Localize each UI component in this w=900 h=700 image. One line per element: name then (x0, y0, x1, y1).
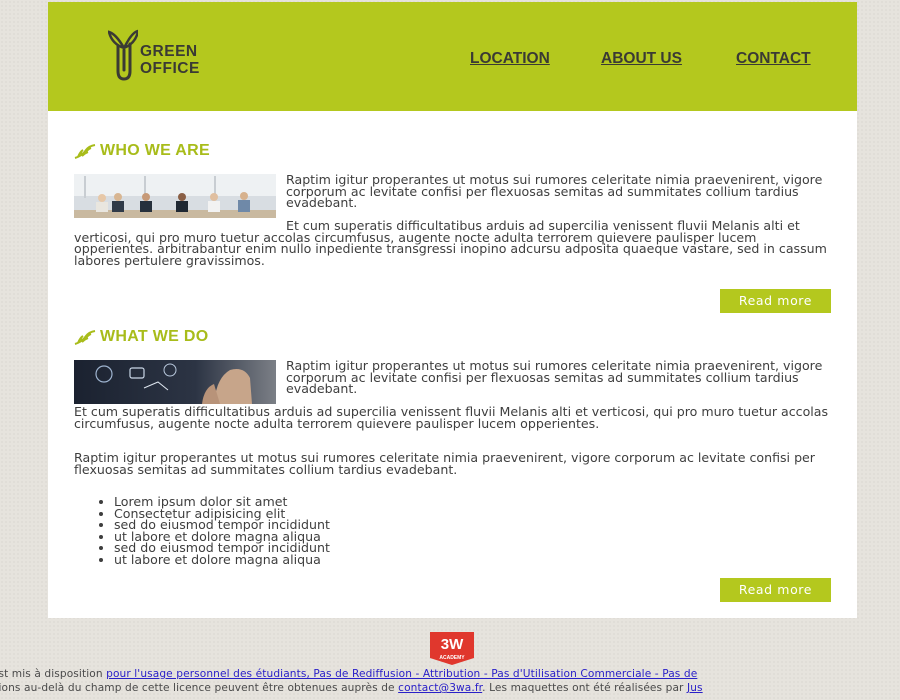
leaf-icon (74, 330, 96, 345)
what-paragraph-2: Et cum superatis difficultatibus arduis … (74, 404, 829, 431)
touchscreen-hand-photo (74, 360, 276, 404)
page-container: GREEN OFFICE LOCATION ABOUT US CONTACT W… (48, 2, 857, 618)
brand-line-2: OFFICE (140, 60, 200, 77)
who-read-more-button[interactable]: Read more (720, 289, 831, 313)
feature-list: Lorem ipsum dolor sit amet Consectetur a… (88, 495, 330, 566)
3w-academy-logo[interactable]: 3W ACADEMY (428, 632, 476, 665)
what-we-do-title: WHAT WE DO (100, 328, 209, 345)
who-paragraph-2: Et cum superatis difficultatibus arduis … (74, 218, 827, 269)
what-paragraph-1: Raptim igitur properantes ut motus sui r… (286, 358, 823, 397)
footer-text: . Les maquettes ont été réalisées par (482, 682, 687, 694)
who-we-are-title: WHO WE ARE (100, 142, 210, 159)
what-paragraph-3: Raptim igitur properantes ut motus sui r… (74, 450, 815, 477)
team-meeting-photo (74, 174, 276, 218)
paperclip-sprout-icon (108, 29, 138, 81)
footer-license-line-1: y est mis à disposition pour l'usage per… (0, 668, 900, 680)
nav-about-us[interactable]: ABOUT US (601, 50, 682, 68)
badge-top-text: 3W (441, 636, 464, 653)
author-link[interactable]: Jus (687, 682, 703, 694)
license-link[interactable]: pour l'usage personnel des étudiants, Pa… (106, 668, 697, 680)
footer-license-line-2: sations au-delà du champ de cette licenc… (0, 682, 900, 694)
contact-email-link[interactable]: contact@3wa.fr (398, 682, 482, 694)
nav-location[interactable]: LOCATION (470, 50, 550, 68)
badge-bottom-text: ACADEMY (439, 655, 465, 661)
footer-text: sations au-delà du champ de cette licenc… (0, 682, 399, 694)
list-item: ut labore et dolore magna aliqua (114, 553, 330, 566)
leaf-icon (74, 144, 96, 159)
site-header: GREEN OFFICE LOCATION ABOUT US CONTACT (48, 2, 857, 111)
brand-line-1: GREEN (140, 43, 198, 60)
footer-text: y est mis à disposition (0, 668, 103, 680)
nav-contact[interactable]: CONTACT (736, 50, 811, 68)
brand-name: GREEN OFFICE (140, 43, 200, 77)
who-paragraph-1: Raptim igitur properantes ut motus sui r… (286, 172, 823, 211)
what-read-more-button[interactable]: Read more (720, 578, 831, 602)
brand-logo[interactable]: GREEN OFFICE (108, 26, 228, 84)
